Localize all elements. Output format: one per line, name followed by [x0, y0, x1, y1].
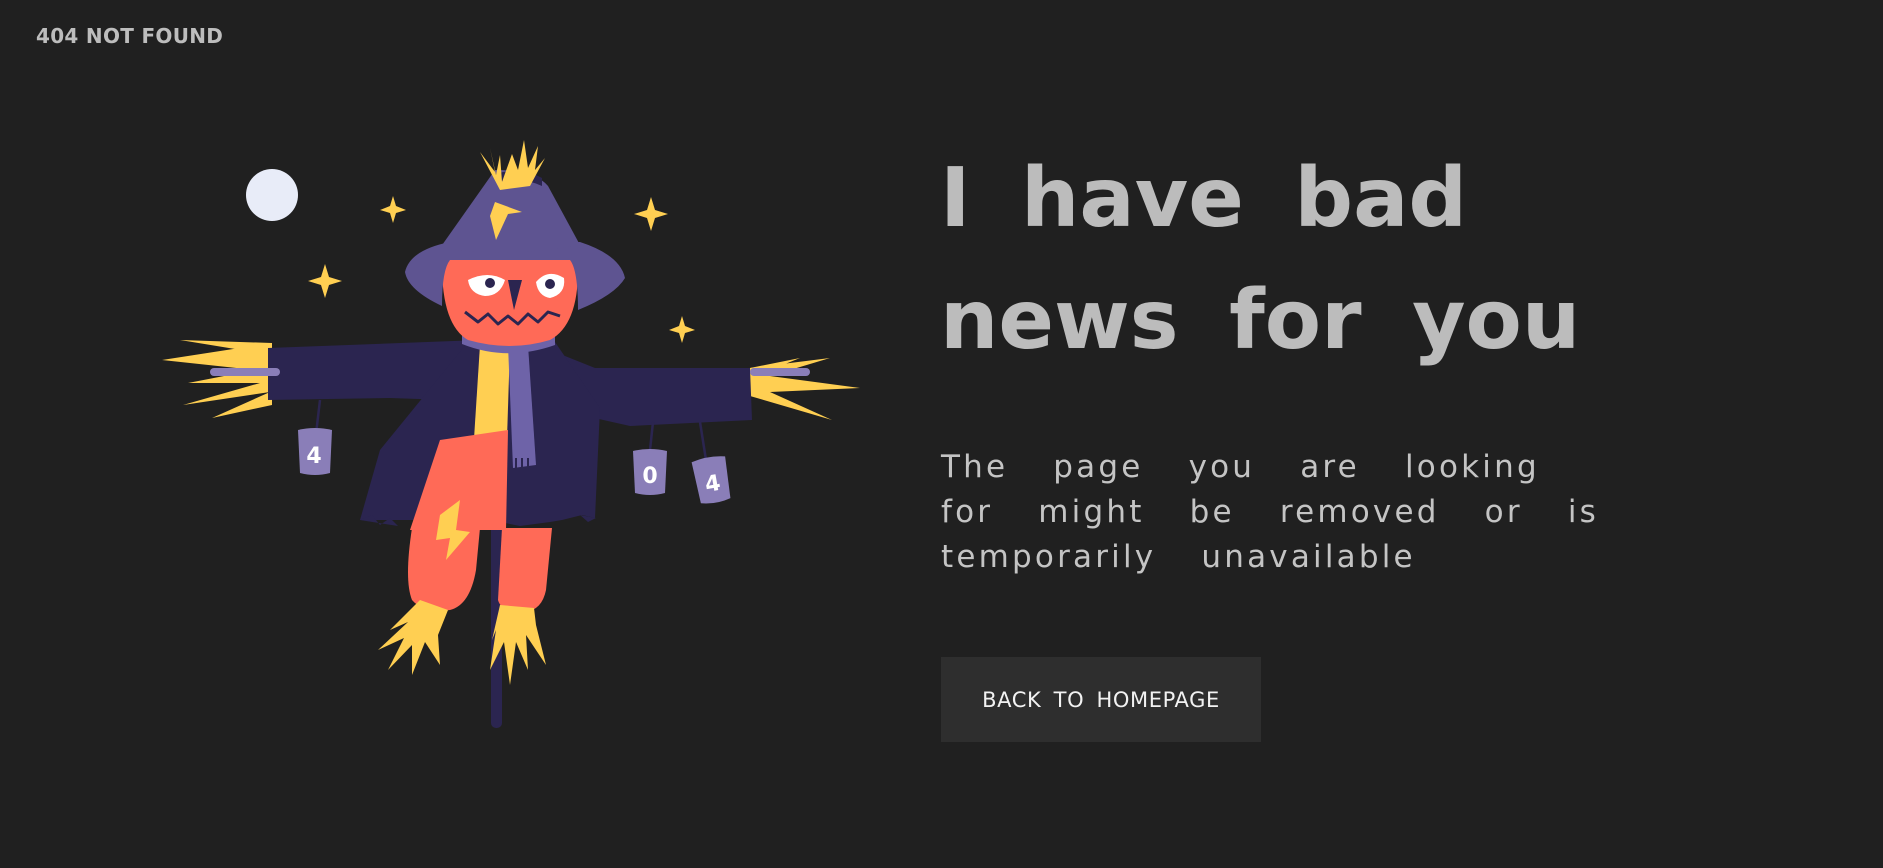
can-label: 4 — [306, 444, 321, 469]
back-to-homepage-button[interactable]: BACK TO HOMEPAGE — [941, 657, 1261, 742]
left-leg — [408, 528, 480, 611]
right-hand-straw — [750, 358, 860, 420]
can-icon-4-left: 4 — [298, 428, 332, 475]
left-arm-stick — [210, 368, 280, 376]
not-found-page: 404 NOT FOUND 4 0 4 I have bad news for … — [0, 0, 1883, 868]
page-headline: I have bad news for you — [940, 151, 1581, 368]
brand-label: 404 NOT FOUND — [36, 24, 224, 48]
can-icon-0: 0 — [633, 449, 667, 495]
scarecrow-icon: 4 0 4 — [162, 140, 860, 728]
head — [441, 248, 579, 346]
error-message: The page you are looking for might be re… — [941, 449, 1600, 575]
scarecrow-illustration: 4 0 4 — [150, 130, 870, 740]
left-hand-straw — [162, 340, 272, 418]
can-label: 0 — [642, 464, 657, 489]
right-arm-stick — [750, 368, 810, 376]
can-icon-4-right: 4 — [691, 456, 731, 504]
right-leg — [498, 528, 552, 613]
moon-icon — [246, 169, 298, 221]
left-foot-straw — [378, 600, 448, 675]
